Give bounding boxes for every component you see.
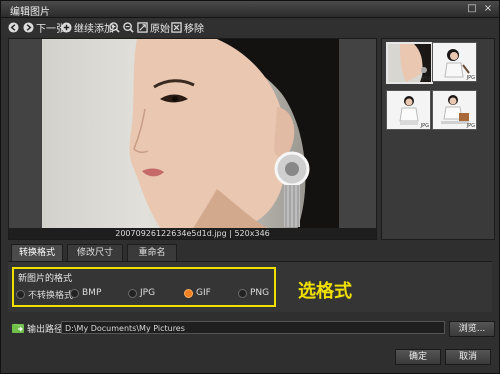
close-button[interactable]: × bbox=[482, 3, 494, 15]
ok-button[interactable]: 确定 bbox=[395, 349, 441, 365]
browse-button[interactable]: 浏览... bbox=[449, 321, 495, 337]
output-path-row: 输出路径 D:\My Documents\My Pictures 浏览... bbox=[9, 320, 495, 337]
forward-arrow-icon bbox=[23, 21, 34, 33]
zoom-in-button[interactable] bbox=[109, 20, 122, 34]
radio-png[interactable]: PNG bbox=[238, 288, 269, 298]
radio-bmp[interactable]: BMP bbox=[70, 288, 101, 298]
add-more-label: 继续添加 bbox=[74, 23, 114, 35]
add-icon bbox=[61, 21, 72, 33]
thumbnail-panel: JPG JPG JPG JPG bbox=[381, 38, 495, 240]
image-preview-panel: 20070926122634e5d1d.jpg | 520x346 bbox=[8, 38, 377, 240]
radio-jpg[interactable]: JPG bbox=[128, 288, 155, 298]
radio-label: JPG bbox=[140, 288, 156, 298]
tab-convert-format[interactable]: 转换格式 bbox=[11, 244, 63, 262]
tab-rename[interactable]: 重命名 bbox=[127, 244, 177, 262]
format-panel: 新图片的格式 不转换格式 BMP JPG GIF PNG 选格式 bbox=[8, 261, 492, 312]
cancel-button[interactable]: 取消 bbox=[445, 349, 491, 365]
zoom-out-icon bbox=[123, 21, 134, 33]
toolbar: 下一张 继续添加 原始 移除 bbox=[1, 18, 499, 36]
original-size-label: 原始 bbox=[150, 23, 170, 35]
thumbnail-item-3[interactable]: JPG bbox=[386, 90, 431, 130]
thumbnail-format-label: JPG bbox=[420, 123, 429, 129]
back-arrow-icon bbox=[8, 21, 19, 33]
back-button[interactable] bbox=[8, 20, 21, 34]
thumbnail-format-label: JPG bbox=[466, 123, 475, 129]
format-highlight-box: 新图片的格式 不转换格式 BMP JPG GIF PNG bbox=[12, 267, 276, 307]
original-size-button[interactable]: 原始 bbox=[137, 20, 170, 35]
output-folder-icon bbox=[12, 324, 24, 333]
format-annotation: 选格式 bbox=[298, 281, 352, 302]
radio-label: GIF bbox=[196, 288, 211, 298]
format-group-title: 新图片的格式 bbox=[18, 274, 73, 284]
edit-image-window: 编辑图片 □ × 下一张 继续添加 原始 移除 20070926122634e5… bbox=[0, 0, 500, 374]
radio-label: BMP bbox=[82, 288, 102, 298]
output-path-label: 输出路径 bbox=[27, 325, 64, 335]
title-bar: 编辑图片 □ × bbox=[1, 1, 499, 18]
thumbnail-format-label: JPG bbox=[466, 75, 475, 81]
thumbnail-item-4[interactable]: JPG bbox=[432, 90, 477, 130]
tab-resize[interactable]: 修改尺寸 bbox=[67, 244, 123, 262]
zoom-in-icon bbox=[109, 21, 120, 33]
image-caption: 20070926122634e5d1d.jpg | 520x346 bbox=[9, 228, 376, 239]
radio-gif[interactable]: GIF bbox=[184, 288, 211, 298]
restore-button[interactable]: □ bbox=[466, 3, 478, 15]
radio-label: PNG bbox=[250, 288, 270, 298]
original-size-icon bbox=[137, 21, 148, 33]
radio-label: 不转换格式 bbox=[28, 291, 74, 301]
radio-button bbox=[238, 288, 247, 298]
radio-button bbox=[16, 290, 25, 299]
preview-image bbox=[42, 39, 339, 230]
add-more-button[interactable]: 继续添加 bbox=[61, 20, 114, 35]
zoom-out-button[interactable] bbox=[123, 20, 136, 34]
next-button[interactable]: 下一张 bbox=[23, 20, 66, 35]
output-path-input[interactable]: D:\My Documents\My Pictures bbox=[61, 321, 445, 334]
thumbnail-format-label: JPG bbox=[421, 76, 430, 82]
radio-button bbox=[70, 288, 79, 298]
radio-button-selected bbox=[184, 288, 193, 298]
radio-no-convert[interactable]: 不转换格式 bbox=[16, 288, 73, 301]
thumbnail-item-2[interactable]: JPG bbox=[432, 42, 477, 82]
remove-label: 移除 bbox=[184, 23, 204, 35]
remove-button[interactable]: 移除 bbox=[171, 20, 204, 35]
window-title: 编辑图片 bbox=[10, 7, 50, 18]
radio-button bbox=[128, 288, 137, 298]
thumbnail-item-1[interactable]: JPG bbox=[386, 42, 433, 84]
remove-icon bbox=[171, 21, 182, 33]
